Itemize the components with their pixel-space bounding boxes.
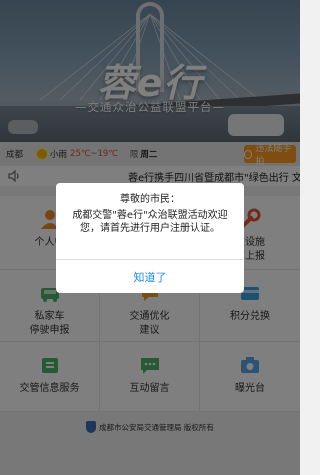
dialog-message-area: 尊敬的市民： 成都交警"蓉e行"众治联盟活动欢迎您，请首先进行用户注册认证。 [56,183,244,259]
dialog-confirm-button[interactable]: 知道了 [56,260,244,293]
registration-dialog: 尊敬的市民： 成都交警"蓉e行"众治联盟活动欢迎您，请首先进行用户注册认证。 知… [56,183,244,293]
dialog-message: 成都交警"蓉e行"众治联盟活动欢迎您，请首先进行用户注册认证。 [72,209,228,235]
dialog-greeting: 尊敬的市民： [120,194,180,205]
